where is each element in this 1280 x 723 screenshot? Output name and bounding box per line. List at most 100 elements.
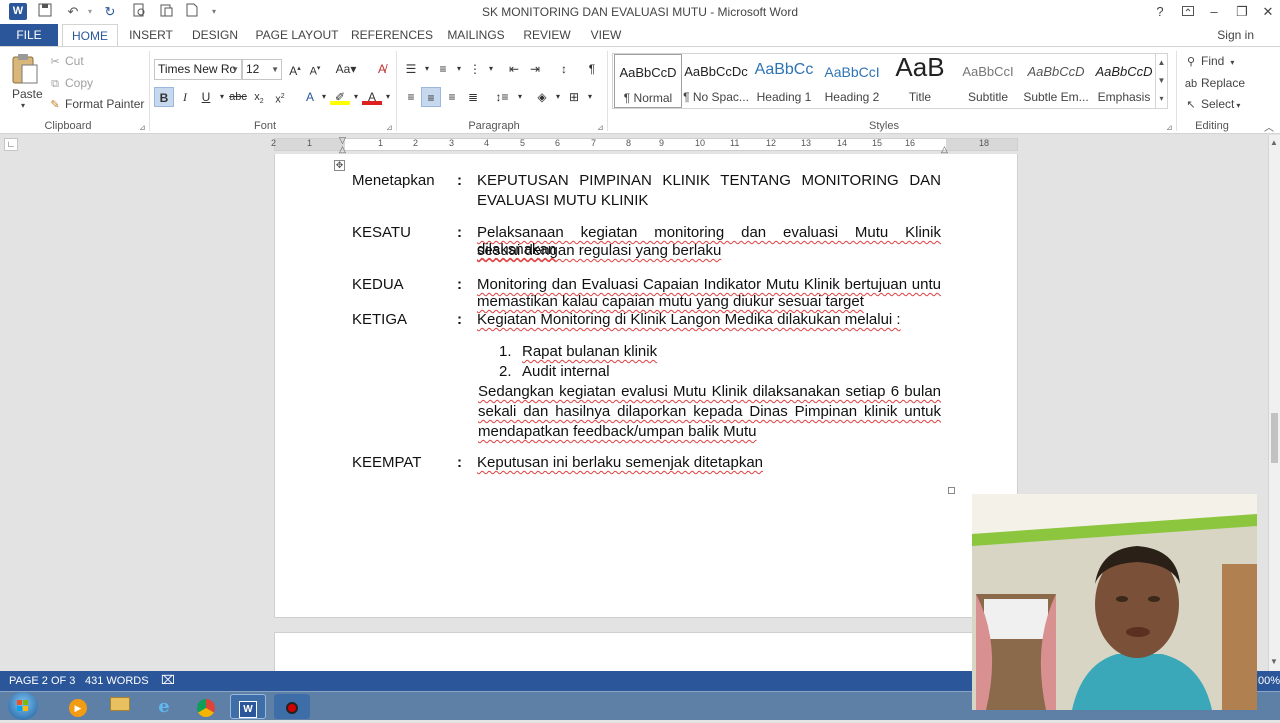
copy-button[interactable]: ⧉ Copy xyxy=(48,76,93,91)
clear-formatting-icon[interactable]: A̸ xyxy=(372,59,392,79)
scroll-up-icon[interactable]: ▲ xyxy=(1156,54,1167,72)
window-title: SK MONITORING DAN EVALUASI MUTU - Micros… xyxy=(481,5,799,19)
shrink-font-icon[interactable]: A▾ xyxy=(305,59,325,79)
tab-insert[interactable]: INSERT xyxy=(124,24,178,46)
show-formatting-icon[interactable]: ¶ xyxy=(582,59,602,79)
divider xyxy=(149,51,150,131)
select-button[interactable]: ↖ Select ▾ xyxy=(1184,97,1240,111)
scrollbar-thumb[interactable] xyxy=(1271,413,1278,463)
tab-review[interactable]: REVIEW xyxy=(518,24,576,46)
format-painter-button[interactable]: ✎ Format Painter xyxy=(48,97,144,111)
word-count[interactable]: 431 WORDS xyxy=(85,675,149,687)
ribbon-display-options-icon[interactable] xyxy=(1176,2,1200,22)
row-colon: : xyxy=(457,276,462,293)
tab-home[interactable]: HOME xyxy=(62,24,118,46)
tab-design[interactable]: DESIGN xyxy=(186,24,244,46)
tab-mailings[interactable]: MAILINGS xyxy=(442,24,510,46)
page-indicator[interactable]: PAGE 2 OF 3 xyxy=(9,675,75,687)
style-title[interactable]: AaB Title xyxy=(886,52,954,108)
tab-page-layout[interactable]: PAGE LAYOUT xyxy=(252,24,342,46)
internet-explorer-icon[interactable]: e xyxy=(146,694,182,719)
styles-gallery-scroller[interactable]: ▲ ▼ ▾ xyxy=(1156,53,1168,109)
subscript-button[interactable]: x2 xyxy=(249,87,269,107)
ruler-number: 11 xyxy=(730,138,740,148)
help-button[interactable]: ? xyxy=(1148,2,1172,22)
scroll-down-icon[interactable]: ▼ xyxy=(1270,657,1278,666)
scroll-down-icon[interactable]: ▼ xyxy=(1156,72,1167,90)
style-subtle-emphasis[interactable]: AaBbCcD Subtle Em... xyxy=(1022,54,1090,108)
chrome-icon[interactable] xyxy=(188,694,224,719)
italic-button[interactable]: I xyxy=(175,87,195,107)
font-size-combo[interactable]: 12 ▼ xyxy=(242,59,282,80)
line-spacing-icon[interactable]: ↕≡ xyxy=(492,87,512,107)
style-no-spacing[interactable]: AaBbCcDc ¶ No Spac... xyxy=(682,54,750,108)
row-colon: : xyxy=(457,172,462,189)
align-left-icon[interactable]: ≡ xyxy=(401,87,421,107)
ruler-number: 1 xyxy=(307,138,313,148)
font-launcher-icon[interactable]: ⊿ xyxy=(386,123,393,132)
cut-button[interactable]: ✂ Cut xyxy=(48,54,83,68)
row-colon: : xyxy=(457,311,462,328)
close-button[interactable]: ✕ xyxy=(1256,2,1280,22)
grow-font-icon[interactable]: A▴ xyxy=(285,59,305,79)
font-family-combo[interactable]: Times New Ro ▼ xyxy=(154,59,242,80)
proofing-icon[interactable]: ⌧ xyxy=(161,673,175,687)
horizontal-ruler[interactable]: 2 1 1 2 3 4 5 6 7 8 9 10 11 12 13 14 15 … xyxy=(271,135,1018,154)
ruler-number: 2 xyxy=(271,138,277,148)
page[interactable] xyxy=(274,632,1018,671)
tab-view[interactable]: VIEW xyxy=(584,24,628,46)
recorder-icon[interactable] xyxy=(274,694,310,719)
align-right-icon[interactable]: ≡ xyxy=(442,87,462,107)
style-normal[interactable]: AaBbCcD ¶ Normal xyxy=(614,54,682,108)
list-item: Audit internal xyxy=(522,363,610,380)
media-player-icon[interactable]: ▶ xyxy=(60,694,96,719)
paste-dropdown-icon[interactable]: ▾ xyxy=(21,101,25,110)
file-explorer-icon[interactable] xyxy=(102,694,138,719)
decrease-indent-icon[interactable]: ⇤ xyxy=(504,59,524,79)
superscript-button[interactable]: x2 xyxy=(270,87,290,107)
style-preview: AaB xyxy=(895,52,945,82)
font-color-dropdown-icon[interactable]: ▾ xyxy=(378,87,398,107)
minimize-button[interactable]: – xyxy=(1202,2,1226,22)
paragraph-line: mendapatkan feedback/umpan balik Mutu xyxy=(478,423,757,440)
find-button[interactable]: ⚲ Find ▾ xyxy=(1184,54,1234,68)
start-button[interactable] xyxy=(8,692,38,720)
justify-icon[interactable]: ≣ xyxy=(463,87,483,107)
paste-button[interactable]: Paste xyxy=(12,87,43,101)
multilevel-dropdown-icon[interactable]: ▾ xyxy=(481,59,501,79)
strikethrough-button[interactable]: abc xyxy=(228,87,248,107)
replace-icon: ab xyxy=(1184,78,1198,90)
more-styles-icon[interactable]: ▾ xyxy=(1156,90,1167,108)
row-colon: : xyxy=(457,454,462,471)
word-taskbar-icon[interactable]: W xyxy=(230,694,266,719)
sort-icon[interactable]: ↕ xyxy=(554,59,574,79)
tab-selector-icon[interactable]: ∟ xyxy=(4,138,18,151)
sign-in-link[interactable]: Sign in xyxy=(1217,28,1254,42)
style-preview: AaBbCc xyxy=(754,61,814,78)
line-spacing-dropdown-icon[interactable]: ▾ xyxy=(510,87,530,107)
change-case-icon[interactable]: Aa▾ xyxy=(333,59,359,79)
replace-button[interactable]: ab Replace xyxy=(1184,76,1245,90)
collapse-ribbon-icon[interactable]: ︿ xyxy=(1264,119,1274,134)
style-heading-1[interactable]: AaBbCc Heading 1 xyxy=(750,54,818,108)
restore-button[interactable]: ❐ xyxy=(1230,2,1254,22)
table-resize-handle[interactable] xyxy=(948,487,955,494)
table-move-handle-icon[interactable]: ✥ xyxy=(334,160,345,171)
style-heading-2[interactable]: AaBbCcI Heading 2 xyxy=(818,54,886,108)
zoom-level[interactable]: 00% xyxy=(1258,675,1280,687)
style-subtitle[interactable]: AaBbCcI Subtitle xyxy=(954,54,1022,108)
clipboard-launcher-icon[interactable]: ⊿ xyxy=(139,123,146,132)
paste-icon[interactable] xyxy=(10,53,42,85)
align-center-icon[interactable]: ≡ xyxy=(421,87,441,107)
increase-indent-icon[interactable]: ⇥ xyxy=(525,59,545,79)
paragraph-launcher-icon[interactable]: ⊿ xyxy=(597,123,604,132)
vertical-scrollbar[interactable]: ▲ ▼ xyxy=(1268,135,1280,671)
bold-button[interactable]: B xyxy=(154,87,174,107)
borders-dropdown-icon[interactable]: ▾ xyxy=(580,87,600,107)
tab-file[interactable]: FILE xyxy=(0,24,58,46)
scroll-up-icon[interactable]: ▲ xyxy=(1270,138,1278,147)
styles-launcher-icon[interactable]: ⊿ xyxy=(1166,123,1173,132)
style-emphasis[interactable]: AaBbCcD Emphasis xyxy=(1090,54,1158,108)
tab-references[interactable]: REFERENCES xyxy=(350,24,434,46)
chevron-down-icon: ▼ xyxy=(231,65,239,74)
